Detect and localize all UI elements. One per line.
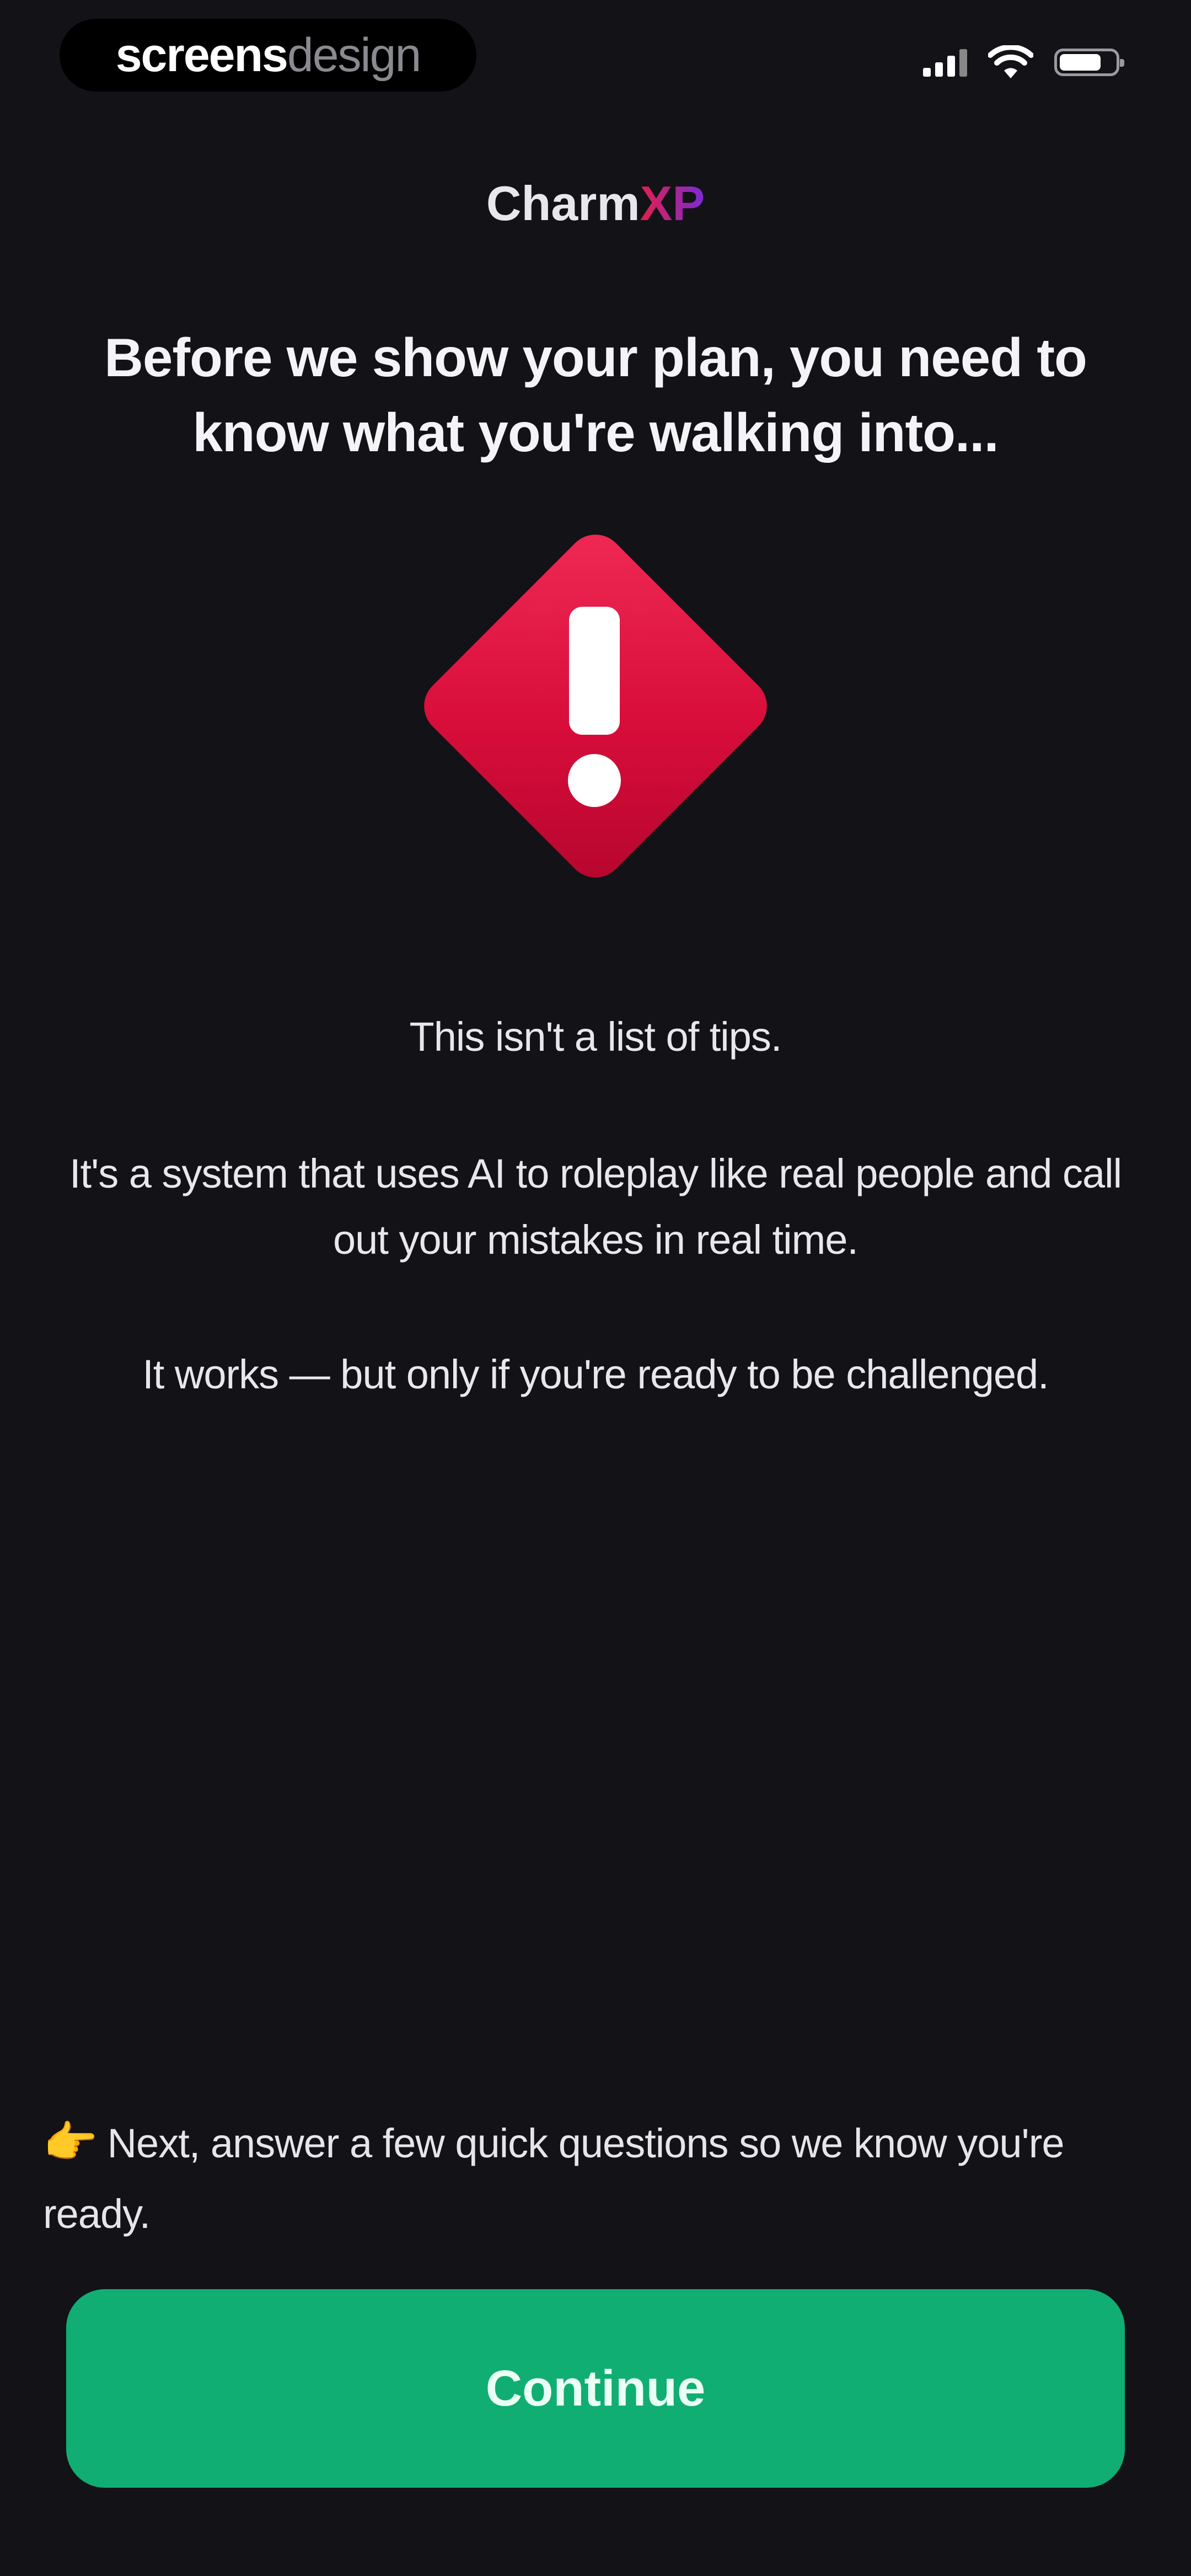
intro-paragraph-2: It's a system that uses AI to roleplay l… [69, 1151, 1122, 1263]
intro-paragraph-3: It works — but only if you're ready to b… [142, 1351, 1049, 1397]
signal-icon [923, 48, 967, 77]
watermark-light-text: design [287, 28, 421, 82]
next-step-hint: 👉 Next, answer a few quick questions so w… [43, 2107, 1080, 2249]
status-icons [923, 45, 1124, 79]
screensdesign-watermark: screens design [60, 19, 476, 92]
intro-paragraph-1: This isn't a list of tips. [409, 1014, 782, 1060]
continue-button[interactable]: Continue [66, 2289, 1125, 2488]
brand-accent: XP [640, 176, 705, 231]
exclamation-diamond-icon [369, 480, 822, 932]
brand-name: Charm [486, 176, 640, 231]
page-headline: Before we show your plan, you need to kn… [104, 327, 1087, 463]
wifi-icon [988, 45, 1033, 78]
brand-logo: CharmXP [0, 175, 1191, 232]
watermark-bold-text: screens [115, 28, 288, 82]
hint-text: Next, answer a few quick questions so we… [43, 2120, 1064, 2237]
pointing-hand-icon: 👉 [43, 2118, 98, 2167]
battery-icon [1054, 49, 1124, 76]
